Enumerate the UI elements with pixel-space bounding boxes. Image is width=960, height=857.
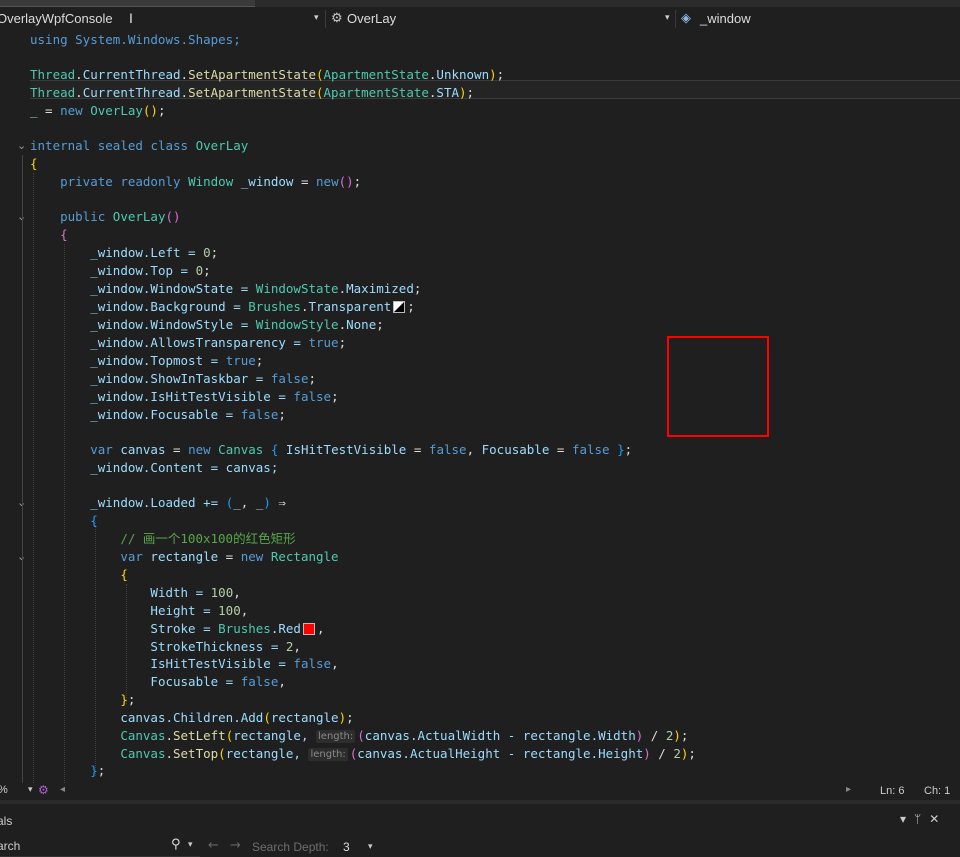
issues-icon[interactable]: ⚙ — [38, 783, 49, 797]
document-tab-strip — [0, 0, 960, 7]
code-line: _window.WindowState = WindowState.Maximi… — [90, 281, 422, 296]
class-icon: ⚙ — [331, 10, 343, 25]
code-line: _window.ShowInTaskbar = false; — [90, 371, 317, 386]
code-line: { — [60, 227, 68, 242]
code-line: Height = 100, — [150, 603, 249, 618]
document-tab[interactable] — [0, 0, 255, 7]
code-line: IsHitTestVisible = false, — [150, 656, 339, 671]
code-line: _window.IsHitTestVisible = false; — [90, 389, 339, 404]
search-depth-value[interactable]: 3 — [343, 840, 350, 854]
chevron-down-icon: ▾ — [665, 12, 670, 22]
member-name: _window — [700, 11, 751, 26]
scroll-right-icon[interactable]: ▸ — [846, 784, 851, 795]
code-line: canvas.Children.Add(rectangle); — [120, 710, 354, 725]
code-line: { — [30, 156, 38, 171]
line-indicator[interactable]: Ln: 6 — [880, 785, 904, 797]
chevron-down-icon[interactable]: ▾ — [188, 840, 193, 850]
collapse-icon[interactable]: ⌄ — [17, 139, 26, 152]
code-line: _window.Loaded += (_, _) ⇒ — [90, 495, 286, 510]
code-line: _window.Left = 0; — [90, 245, 219, 260]
code-line: _window.AllowsTransparency = true; — [90, 335, 347, 350]
code-line: Focusable = false, — [150, 674, 286, 689]
code-line: StrokeThickness = 2, — [150, 639, 301, 654]
parameter-hint: length: — [308, 748, 348, 761]
class-dropdown[interactable]: ⚙ OverLay ▾ — [325, 7, 675, 31]
transparent-color-swatch[interactable] — [393, 301, 406, 313]
code-line: Stroke = Brushes.Red, — [150, 621, 325, 636]
panel-controls: ▾ ᛘ ✕ — [900, 812, 947, 826]
code-line: }; — [120, 692, 136, 707]
fold-line — [22, 155, 23, 783]
search-depth-label: Search Depth: — [252, 840, 329, 854]
fold-margin: ⌄ ⌄ ⌄ ⌄ — [0, 31, 30, 783]
search-box[interactable] — [0, 836, 200, 857]
code-line: Canvas.SetLeft(rectangle, length: (canvas… — [120, 728, 689, 743]
panel-title: als — [0, 814, 13, 828]
code-line: var rectangle = new Rectangle — [120, 549, 339, 564]
forward-arrow-icon[interactable]: → — [230, 838, 241, 853]
code-line: _window.Focusable = false; — [90, 407, 286, 422]
code-line: _window.Background = Brushes.Transparent… — [90, 299, 415, 314]
code-line: // 画一个100x100的红色矩形 — [120, 531, 296, 546]
search-input[interactable] — [0, 838, 157, 854]
code-line: { — [90, 513, 98, 528]
code-line: using System.Windows.Shapes; — [30, 32, 241, 47]
code-line: _window.Content = canvas; — [90, 460, 279, 475]
code-line: private readonly Window _window = new(); — [60, 174, 362, 189]
code-line: Thread.CurrentThread.SetApartmentState(A… — [30, 85, 475, 100]
code-line: var canvas = new Canvas { IsHitTestVisib… — [90, 442, 633, 457]
scroll-left-icon[interactable]: ◂ — [60, 784, 65, 795]
code-line: Canvas.SetTop(rectangle, length: (canvas.… — [120, 746, 696, 761]
code-line: Thread.CurrentThread.SetApartmentState(A… — [30, 67, 505, 82]
code-editor[interactable]: ⌄ ⌄ ⌄ ⌄ using System.Windows.Shapes; Thr… — [0, 31, 960, 783]
class-name: OverLay — [347, 11, 397, 26]
zoom-level[interactable]: % — [0, 784, 8, 796]
text-cursor-icon: I — [129, 10, 133, 26]
dropdown-icon[interactable]: ▾ — [900, 812, 906, 826]
overlay-red-rectangle — [667, 336, 769, 437]
red-color-swatch[interactable] — [302, 623, 315, 635]
code-line: _window.Topmost = true; — [90, 353, 264, 368]
search-icon[interactable]: ⚲ — [171, 837, 181, 852]
project-name: OverlayWpfConsole — [0, 11, 113, 26]
code-line: internal sealed class OverLay — [30, 138, 249, 153]
chevron-down-icon[interactable]: ▾ — [368, 842, 373, 852]
navigation-bar: OverlayWpfConsole ▾ I ⚙ OverLay ▾ ◈ _win… — [0, 7, 960, 32]
close-icon[interactable]: ✕ — [929, 812, 939, 826]
code-line: Width = 100, — [150, 585, 241, 600]
chevron-down-icon: ▾ — [314, 12, 319, 22]
chevron-down-icon[interactable]: ▾ — [28, 784, 33, 795]
column-indicator[interactable]: Ch: 1 — [924, 785, 950, 797]
pin-icon[interactable]: ᛘ — [914, 812, 921, 826]
code-line: { — [120, 567, 128, 582]
code-line: _window.Top = 0; — [90, 263, 211, 278]
code-line: }; — [90, 763, 106, 778]
project-dropdown[interactable]: OverlayWpfConsole ▾ — [0, 7, 325, 31]
back-arrow-icon[interactable]: ← — [208, 838, 219, 853]
field-icon: ◈ — [681, 10, 691, 25]
code-line: _ = new OverLay(); — [30, 103, 166, 118]
code-line: public OverLay() — [60, 209, 181, 224]
code-line: _window.WindowStyle = WindowStyle.None; — [90, 317, 384, 332]
bottom-tool-panel: als ▾ ᛘ ✕ ⚲ ▾ ← → Search Depth: 3 ▾ — [0, 800, 960, 857]
member-dropdown[interactable]: ◈ _window — [675, 7, 960, 31]
editor-status-bar: % ▾ ⚙ ◂ ▸ Ln: 6 Ch: 1 — [0, 783, 960, 800]
parameter-hint: length: — [316, 730, 356, 743]
